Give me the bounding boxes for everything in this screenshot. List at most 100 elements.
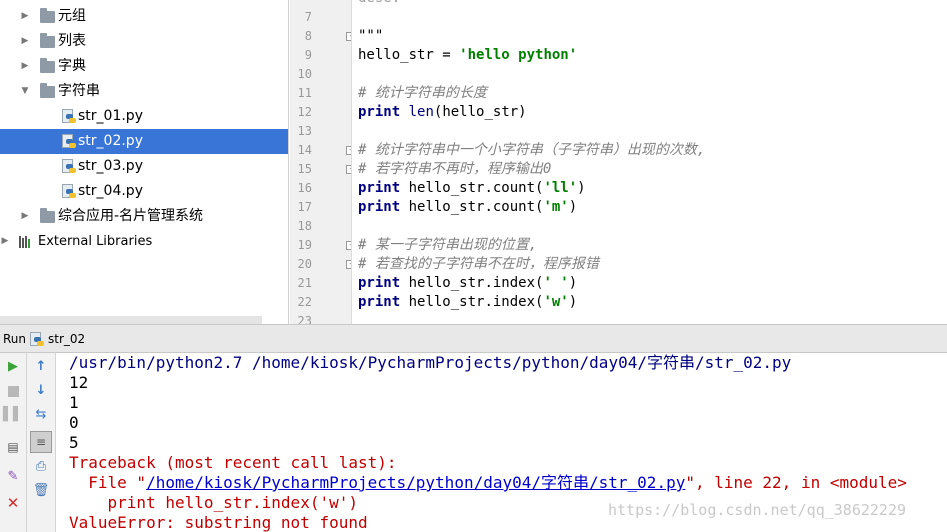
keyword: print xyxy=(358,275,401,291)
line-number: 9 xyxy=(304,48,312,62)
expand-arrow-icon[interactable]: ▶ xyxy=(20,204,30,229)
code-token: (hello_str) xyxy=(433,104,527,120)
expand-arrow-icon[interactable]: ▶ xyxy=(20,4,30,29)
pause-icon[interactable]: ▌▌ xyxy=(3,405,23,425)
console-output-line: 0 xyxy=(69,413,79,432)
python-file-icon xyxy=(62,109,76,124)
folder-icon xyxy=(40,33,55,48)
console-output-line: 1 xyxy=(69,393,79,412)
keyword: print xyxy=(358,294,401,310)
line-number: 11 xyxy=(297,86,312,100)
line-number: 12 xyxy=(297,105,312,119)
close-icon[interactable]: ✕ xyxy=(3,493,23,513)
print-icon[interactable]: ⎙ xyxy=(31,457,51,477)
tree-item-tuple[interactable]: ▶ 元组 xyxy=(0,4,288,29)
code-editor[interactable]: dese: """ hello_str = 'hello python' # 统… xyxy=(353,0,947,324)
fold-marker-icon[interactable]: - xyxy=(346,32,351,41)
code-line-12: print len(hello_str) xyxy=(358,103,527,122)
expand-arrow-icon[interactable]: ▶ xyxy=(0,229,10,254)
line-number: 13 xyxy=(297,124,312,138)
line-number: 14 xyxy=(297,143,312,157)
traceback-file-line: File "/home/kiosk/PycharmProjects/python… xyxy=(69,473,907,493)
python-file-icon xyxy=(62,184,76,199)
tree-item-str-03[interactable]: str_03.py xyxy=(0,154,288,179)
code-line-14: # 统计字符串中一个小字符串（子字符串）出现的次数, xyxy=(358,142,706,158)
code-token: hello_str.count( xyxy=(400,180,544,196)
run-label: Run xyxy=(3,332,27,346)
code-line-9: hello_str = 'hello python' xyxy=(358,46,577,65)
scroll-up-icon[interactable]: ↑ xyxy=(31,357,51,377)
code-line-19: # 某一子字符串出现的位置, xyxy=(358,237,538,253)
line-number: 20 xyxy=(297,257,312,271)
code-line-20: # 若查找的子字符串不在时，程序报错 xyxy=(358,256,599,272)
tree-item-list[interactable]: ▶ 列表 xyxy=(0,29,288,54)
tree-item-label: str_04.py xyxy=(78,183,143,199)
line-number: 15 xyxy=(297,162,312,176)
string-literal: ' ' xyxy=(543,275,569,291)
watermark: https://blog.csdn.net/qq_38622229 xyxy=(608,501,907,519)
horizontal-scrollbar[interactable] xyxy=(0,316,262,324)
folder-icon xyxy=(40,208,55,223)
run-toolbar-secondary: ↑ ↓ ⇆ ≡ ⎙ 🗑 xyxy=(27,353,56,532)
keyword: print xyxy=(358,104,401,120)
line-number: 23 xyxy=(297,314,312,324)
tree-item-label: str_02.py xyxy=(78,133,143,149)
line-number: 10 xyxy=(297,67,312,81)
folder-icon xyxy=(40,58,55,73)
editor-gutter: 7 8 9 10 11 12 13 14 15 16 17 18 19 20 2… xyxy=(290,0,352,324)
pin-icon[interactable]: ✎ xyxy=(3,467,23,487)
tree-item-label: External Libraries xyxy=(38,234,153,249)
line-number: 17 xyxy=(297,200,312,214)
traceback-prefix: File " xyxy=(69,473,147,492)
code-line-17: print hello_str.count('m') xyxy=(358,198,577,217)
python-file-icon xyxy=(62,134,76,149)
tree-item-card-system[interactable]: ▶ 综合应用-名片管理系统 xyxy=(0,204,288,229)
expand-arrow-icon[interactable]: ▶ xyxy=(20,54,30,79)
builtin: len xyxy=(408,104,434,120)
stop-icon[interactable] xyxy=(3,381,23,401)
line-number: 18 xyxy=(297,219,312,233)
tree-item-dict[interactable]: ▶ 字典 xyxy=(0,54,288,79)
code-token: hello_str.index( xyxy=(400,275,544,291)
tree-item-string[interactable]: ▼ 字符串 xyxy=(0,79,288,104)
fold-marker-icon[interactable]: - xyxy=(346,165,351,174)
collapse-arrow-icon[interactable]: ▼ xyxy=(20,79,30,104)
code-line-partial: dese: xyxy=(358,0,400,8)
code-line-16: print hello_str.count('ll') xyxy=(358,179,586,198)
code-token: ) xyxy=(577,180,586,196)
code-token: hello_str = xyxy=(358,47,460,63)
tree-item-external-libraries[interactable]: ▶ External Libraries xyxy=(0,229,288,254)
tree-item-label: str_01.py xyxy=(78,108,143,124)
string-literal: 'll' xyxy=(543,180,578,196)
string-literal: 'hello python' xyxy=(459,47,578,63)
project-tree: ▶ 元组 ▶ 列表 ▶ 字典 ▼ 字符串 str_01.py str_02.py xyxy=(0,0,289,324)
scroll-down-icon[interactable]: ↓ xyxy=(31,381,51,401)
code-token: hello_str.index( xyxy=(400,294,544,310)
tree-item-str-02[interactable]: str_02.py xyxy=(0,129,288,154)
fold-marker-icon[interactable]: - xyxy=(346,260,351,269)
fold-marker-icon[interactable]: - xyxy=(346,241,351,250)
tree-item-str-04[interactable]: str_04.py xyxy=(0,179,288,204)
soft-wrap-icon[interactable]: ⇆ xyxy=(31,405,51,425)
line-number: 19 xyxy=(297,238,312,252)
fold-marker-icon[interactable]: - xyxy=(346,146,351,155)
code-line-21: print hello_str.index(' ') xyxy=(358,274,577,293)
run-tab-str-02[interactable]: str_02 xyxy=(48,325,85,353)
layout-icon[interactable]: ▤ xyxy=(3,437,23,457)
tree-item-label: str_03.py xyxy=(78,158,143,174)
traceback-file-link[interactable]: /home/kiosk/PycharmProjects/python/day04… xyxy=(146,473,685,492)
tree-item-label: 列表 xyxy=(58,33,86,49)
scroll-to-end-icon[interactable]: ≡ xyxy=(30,431,52,453)
library-icon xyxy=(19,235,33,248)
trash-icon[interactable]: 🗑 xyxy=(31,481,51,501)
console-command-line: /usr/bin/python2.7 /home/kiosk/PycharmPr… xyxy=(69,353,792,372)
console-output-line: 5 xyxy=(69,433,79,452)
tree-item-label: 综合应用-名片管理系统 xyxy=(58,208,204,224)
rerun-icon[interactable]: ▶ xyxy=(3,357,23,377)
expand-arrow-icon[interactable]: ▶ xyxy=(20,29,30,54)
folder-icon xyxy=(40,83,55,98)
tree-item-label: 字典 xyxy=(58,58,86,74)
line-number: 8 xyxy=(304,29,312,43)
string-literal: 'w' xyxy=(543,294,569,310)
tree-item-str-01[interactable]: str_01.py xyxy=(0,104,288,129)
